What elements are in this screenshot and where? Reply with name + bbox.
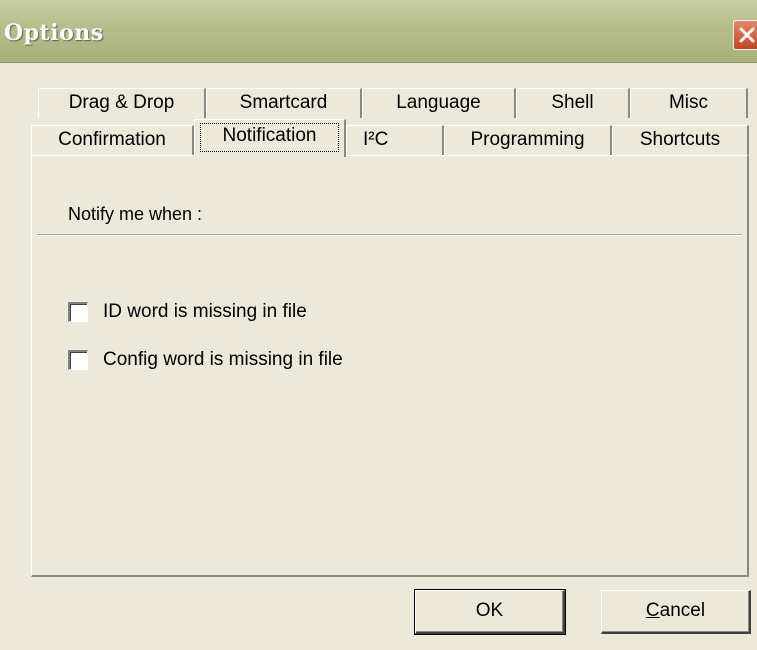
title-bar[interactable]: Options — [0, 0, 757, 63]
option-id-word-missing[interactable]: ID word is missing in file — [68, 300, 307, 324]
ok-button[interactable]: OK — [414, 589, 566, 635]
tab-misc[interactable]: Misc — [630, 88, 748, 118]
focus-rectangle — [200, 123, 339, 152]
close-button[interactable] — [733, 20, 757, 50]
tab-programming[interactable]: Programming — [444, 125, 612, 156]
tab-shortcuts[interactable]: Shortcuts — [612, 125, 749, 156]
config-word-missing-checkbox[interactable] — [68, 350, 88, 370]
config-word-missing-label[interactable]: Config word is missing in file — [103, 349, 343, 371]
group-divider — [37, 234, 742, 236]
group-label: Notify me when : — [68, 204, 203, 224]
close-icon — [739, 27, 755, 43]
window-title: Options — [4, 20, 104, 46]
tab-smartcard[interactable]: Smartcard — [206, 88, 362, 118]
tab-i2c[interactable]: I²C — [346, 125, 444, 156]
cancel-button[interactable]: Cancel — [601, 590, 751, 634]
option-config-word-missing[interactable]: Config word is missing in file — [68, 348, 343, 372]
id-word-missing-label[interactable]: ID word is missing in file — [103, 301, 307, 323]
tab-shell[interactable]: Shell — [516, 88, 630, 118]
tab-panel-notification: Notify me when : ID word is missing in f… — [31, 155, 749, 577]
tab-drag-drop[interactable]: Drag & Drop — [38, 88, 206, 118]
id-word-missing-checkbox[interactable] — [68, 302, 88, 322]
cancel-mnemonic: C — [645, 600, 660, 621]
tab-language[interactable]: Language — [362, 88, 516, 118]
tab-confirmation[interactable]: Confirmation — [31, 125, 194, 156]
tab-notification[interactable]: Notification — [194, 119, 346, 157]
cancel-label-rest: ancel — [659, 600, 706, 621]
ok-label: OK — [475, 600, 504, 621]
